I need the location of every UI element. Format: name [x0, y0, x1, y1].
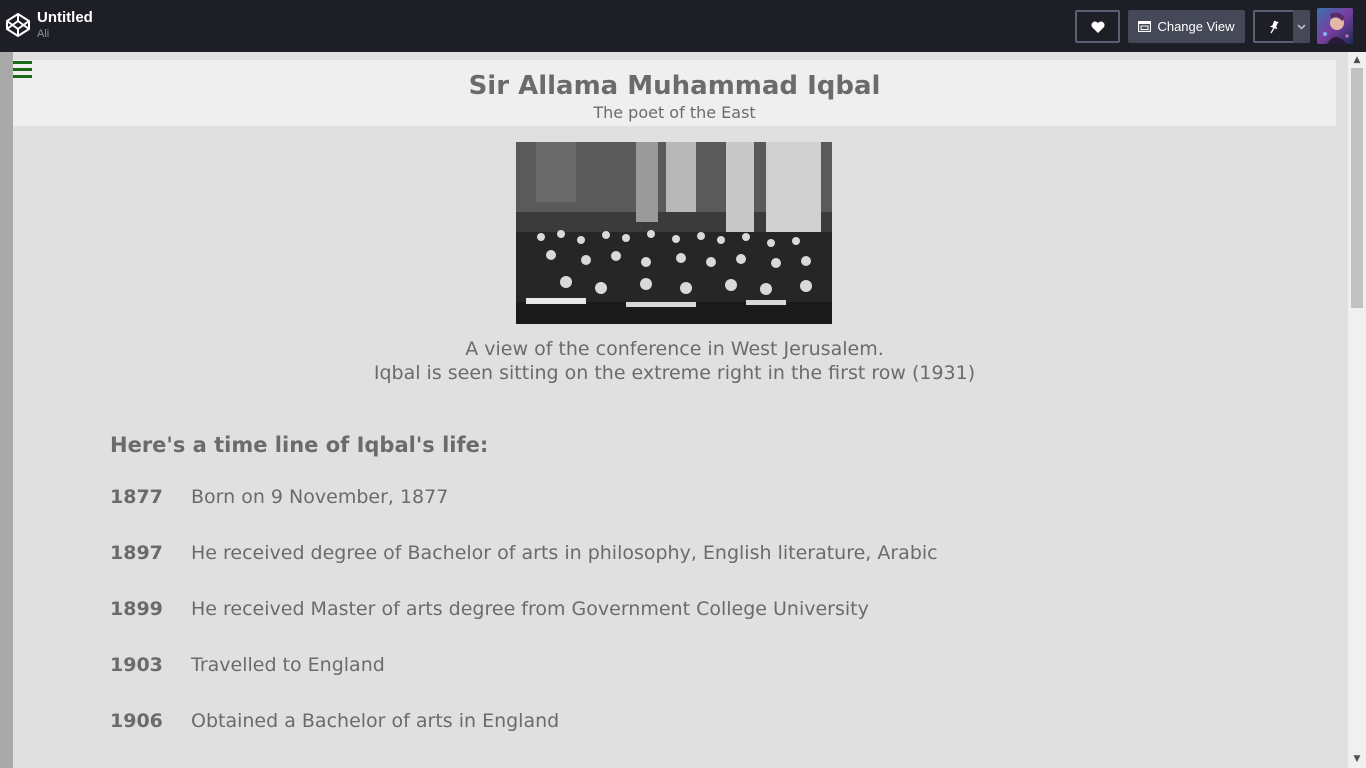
pen-author[interactable]: Ali: [37, 27, 93, 41]
page-subtitle: The poet of the East: [593, 103, 756, 122]
timeline-item: 1899 He received Master of arts degree f…: [110, 595, 938, 651]
pen-title-block: Untitled Ali: [37, 9, 93, 41]
timeline-year: 1877: [110, 486, 163, 508]
timeline-year: 1899: [110, 598, 163, 620]
timeline-item: 1903 Travelled to England: [110, 651, 938, 707]
timeline-event: He received Master of arts degree from G…: [191, 598, 869, 620]
timeline-event: Obtained a Bachelor of arts in England: [191, 710, 560, 732]
codepen-logo-icon[interactable]: [5, 12, 31, 38]
timeline-list: 1877 Born on 9 November, 1877 1897 He re…: [110, 483, 938, 763]
page-title: Sir Allama Muhammad Iqbal: [468, 71, 881, 101]
pin-dropdown-button[interactable]: [1293, 10, 1310, 43]
top-bar: Untitled Ali Change View: [0, 0, 1366, 52]
timeline-year: 1903: [110, 654, 163, 676]
like-button[interactable]: [1075, 10, 1120, 43]
pin-button[interactable]: [1253, 10, 1293, 43]
heart-icon: [1090, 21, 1105, 33]
scrollbar-thumb[interactable]: [1351, 68, 1363, 308]
page-header: Sir Allama Muhammad Iqbal The poet of th…: [13, 60, 1336, 126]
vertical-scrollbar[interactable]: ▲ ▼: [1336, 52, 1366, 768]
menu-icon[interactable]: [13, 61, 32, 78]
preview-frame: Sir Allama Muhammad Iqbal The poet of th…: [13, 52, 1349, 768]
caption-line-1: A view of the conference in West Jerusal…: [465, 338, 884, 360]
scroll-up-arrow-icon[interactable]: ▲: [1352, 55, 1362, 65]
timeline-event: Born on 9 November, 1877: [191, 486, 449, 508]
timeline-heading: Here's a time line of Iqbal's life:: [110, 433, 489, 457]
pen-title[interactable]: Untitled: [37, 9, 93, 27]
timeline-event: Travelled to England: [191, 654, 385, 676]
timeline-year: 1897: [110, 542, 163, 564]
timeline-year: 1906: [110, 710, 163, 732]
change-view-button[interactable]: Change View: [1128, 10, 1245, 43]
photo-caption: A view of the conference in West Jerusal…: [13, 337, 1336, 385]
timeline-event: He received degree of Bachelor of arts i…: [191, 542, 938, 564]
timeline-item: 1897 He received degree of Bachelor of a…: [110, 539, 938, 595]
timeline-item: 1877 Born on 9 November, 1877: [110, 483, 938, 539]
change-view-label: Change View: [1157, 19, 1235, 34]
user-avatar[interactable]: [1317, 8, 1353, 44]
timeline-item: 1906 Obtained a Bachelor of arts in Engl…: [110, 707, 938, 763]
scroll-down-arrow-icon[interactable]: ▼: [1352, 754, 1362, 764]
change-view-icon: [1138, 21, 1152, 32]
pin-icon: [1269, 20, 1279, 33]
chevron-down-icon: [1297, 23, 1306, 30]
conference-photo: [516, 142, 832, 324]
caption-line-2: Iqbal is seen sitting on the extreme rig…: [373, 362, 976, 384]
